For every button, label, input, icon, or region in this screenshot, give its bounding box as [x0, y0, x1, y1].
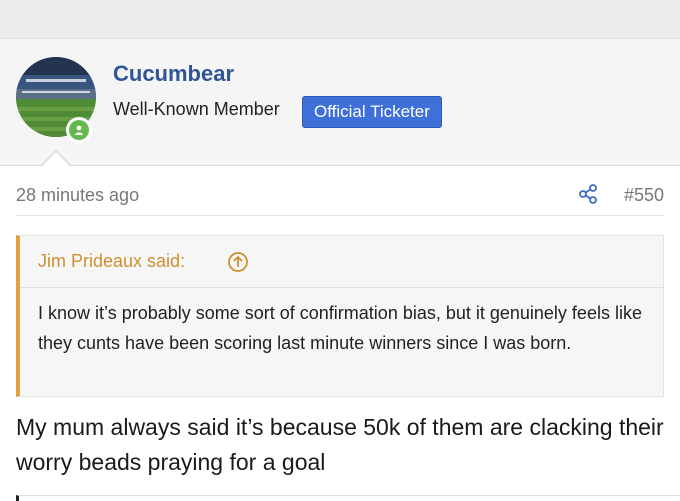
user-banner-badge: Official Ticketer [302, 96, 442, 128]
user-block-pointer-fill [42, 152, 70, 166]
online-status-icon [66, 117, 92, 143]
quote-block: Jim Prideaux said: I know it’s probably … [16, 235, 664, 397]
post-meta-bar: 28 minutes ago #550 [16, 183, 664, 216]
quote-header: Jim Prideaux said: [20, 236, 663, 288]
username-link[interactable]: Cucumbear [113, 61, 234, 87]
user-title: Well-Known Member [113, 99, 280, 119]
quote-author-link[interactable]: Jim Prideaux said: [38, 251, 185, 272]
top-strip [0, 0, 680, 39]
post-body-text: My mum always said it’s because 50k of t… [16, 414, 664, 475]
quote-text: I know it’s probably some sort of confir… [38, 303, 642, 353]
arrow-up-circle-icon[interactable] [227, 251, 249, 273]
next-block-edge [16, 495, 680, 501]
post-timestamp[interactable]: 28 minutes ago [16, 185, 139, 206]
post-number-link[interactable]: #550 [624, 185, 664, 206]
share-icon[interactable] [577, 183, 599, 205]
user-info-block: Cucumbear Well-Known Member Official Tic… [0, 39, 680, 166]
